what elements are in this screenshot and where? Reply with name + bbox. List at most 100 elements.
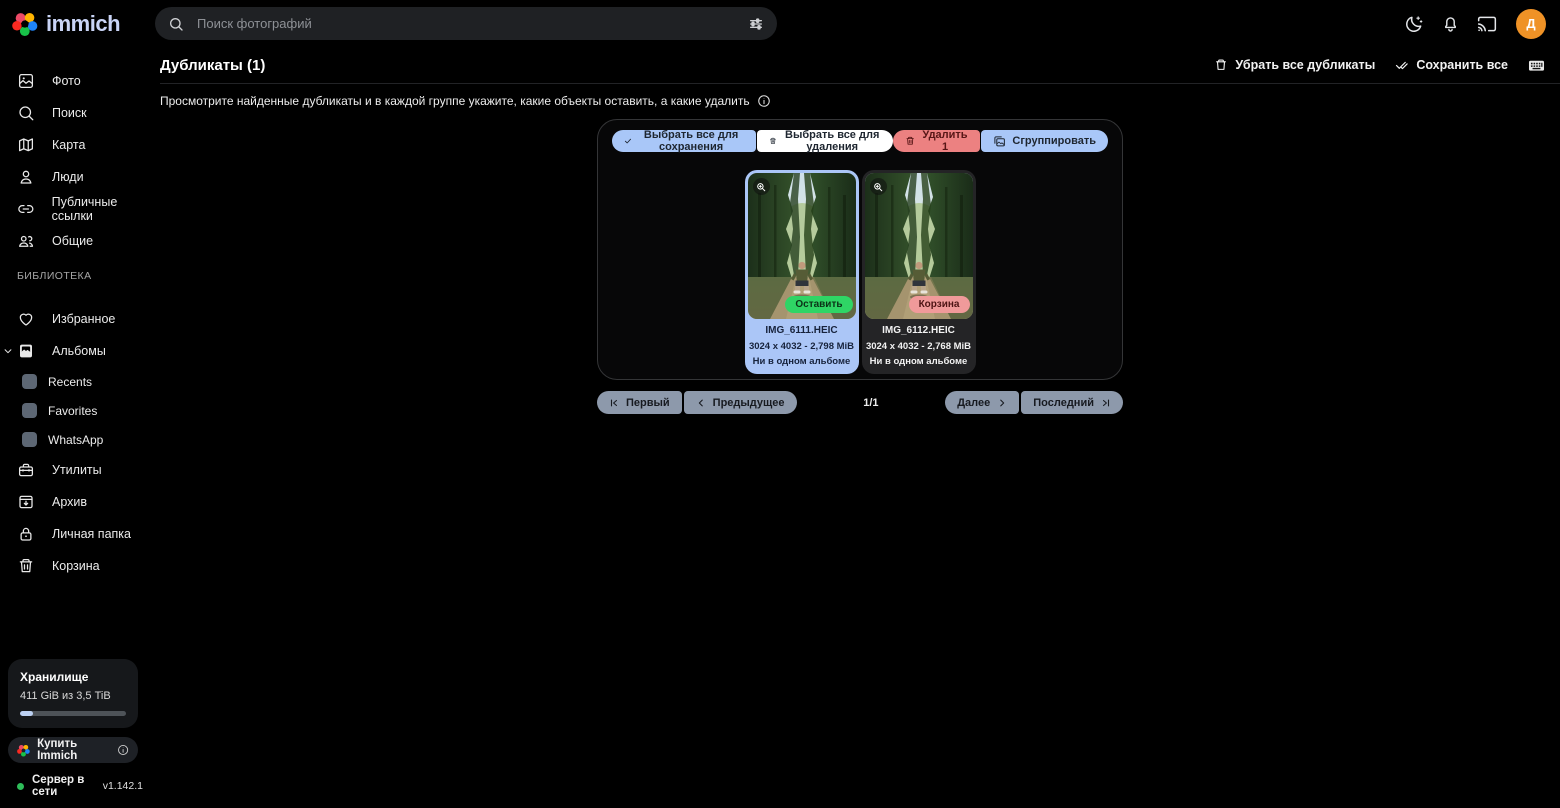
deduplicate-all-button[interactable]: Убрать все дубликаты xyxy=(1214,58,1375,72)
sidebar-item-trash[interactable]: Корзина xyxy=(0,550,160,582)
sidebar-item-label: Публичные ссылки xyxy=(51,195,118,223)
user-avatar[interactable]: Д xyxy=(1516,8,1546,39)
album-thumbnail xyxy=(22,432,37,447)
sidebar-item-label: Общие xyxy=(52,234,94,248)
storage-progress-fill xyxy=(20,711,33,716)
immich-app: immich Д Фото xyxy=(0,0,1560,808)
next-page-button[interactable]: Далее xyxy=(945,391,1020,414)
action-segment: Удалить 1 Сгруппировать xyxy=(893,129,1108,153)
sidebar: Фото Поиск Карта Люди Публичные ссылки О xyxy=(0,47,160,808)
sidebar-item-search[interactable]: Поиск xyxy=(0,97,160,129)
sidebar-item-utilities[interactable]: Утилиты xyxy=(0,454,160,486)
page-header: Дубликаты (1) Убрать все дубликаты Сохра… xyxy=(160,47,1560,84)
last-page-label: Последний xyxy=(1033,396,1094,409)
select-all-trash-button[interactable]: Выбрать все для удаления xyxy=(757,129,894,153)
lock-icon xyxy=(20,527,32,541)
group-controls: Выбрать все для сохранения Выбрать все д… xyxy=(612,129,1108,153)
info-icon[interactable] xyxy=(757,94,771,108)
next-page-label: Далее xyxy=(957,396,991,409)
buy-immich-button[interactable]: Купить Immich xyxy=(8,737,138,763)
asset-album-status: Ни в одном альбоме xyxy=(869,356,968,367)
sidebar-item-label: Утилиты xyxy=(52,463,102,477)
delete-selected-button[interactable]: Удалить 1 xyxy=(893,129,981,153)
check-all-icon xyxy=(1396,61,1409,69)
album-thumbnail xyxy=(22,403,37,418)
person-icon xyxy=(20,170,32,184)
asset-filename: IMG_6112.HEIC xyxy=(882,325,955,336)
storage-card: Хранилище 411 GiB из 3,5 TiB xyxy=(8,659,138,728)
select-all-keep-button[interactable]: Выбрать все для сохранения xyxy=(612,129,757,153)
sidebar-item-public-links[interactable]: Публичные ссылки xyxy=(0,193,160,225)
asset-card-trash[interactable]: Корзина IMG_6112.HEIC 3024 x 4032 - 2,76… xyxy=(861,170,976,374)
sidebar-item-label: Поиск xyxy=(52,106,87,120)
zoom-asset-button[interactable] xyxy=(752,178,770,195)
server-status-row: Сервер в сети v1.142.1 xyxy=(8,774,152,798)
previous-page-label: Предыдущее xyxy=(712,396,785,409)
keep-all-button[interactable]: Сохранить все xyxy=(1394,58,1508,73)
sidebar-item-people[interactable]: Люди xyxy=(0,161,160,193)
trash-status-badge: Корзина xyxy=(908,296,970,313)
keep-all-label: Сохранить все xyxy=(1416,58,1508,72)
sidebar-album-recents[interactable]: Recents xyxy=(0,367,160,396)
sidebar-item-label: Альбомы xyxy=(52,344,106,358)
pagination-forward-group: Далее Последний xyxy=(945,391,1123,414)
page-indicator: 1/1 xyxy=(863,396,879,409)
main-content: Дубликаты (1) Убрать все дубликаты Сохра… xyxy=(160,47,1560,808)
asset-card-keep[interactable]: Оставить IMG_6111.HEIC 3024 x 4032 - 2,7… xyxy=(744,170,859,374)
logo-wordmark: immich xyxy=(46,10,121,36)
keyboard-shortcuts-icon[interactable] xyxy=(1527,56,1546,75)
immich-logo-icon xyxy=(17,744,30,757)
check-icon xyxy=(624,138,632,144)
photos-icon xyxy=(18,73,34,89)
asset-filename: IMG_6111.HEIC xyxy=(765,325,838,336)
albums-icon xyxy=(20,344,32,358)
notifications-bell-icon[interactable] xyxy=(1441,14,1460,33)
pagination-back-group: Первый Предыдущее xyxy=(597,391,797,414)
search-input[interactable] xyxy=(195,15,737,32)
sidebar-item-favorites[interactable]: Избранное xyxy=(0,303,160,335)
map-icon xyxy=(18,138,34,152)
server-status-label: Сервер в сети xyxy=(32,774,85,798)
info-icon[interactable] xyxy=(117,743,129,757)
sidebar-item-albums[interactable]: Альбомы xyxy=(0,335,160,367)
last-page-button[interactable]: Последний xyxy=(1021,391,1123,414)
sidebar-item-shared[interactable]: Общие xyxy=(0,225,160,257)
immich-logo[interactable]: immich xyxy=(12,11,155,37)
top-bar: immich Д xyxy=(0,0,1560,47)
sidebar-item-locked-folder[interactable]: Личная папка xyxy=(0,518,160,550)
sidebar-item-map[interactable]: Карта xyxy=(0,129,160,161)
search-filters-icon[interactable] xyxy=(748,16,764,32)
search-icon xyxy=(170,17,183,31)
trash-icon xyxy=(770,137,777,144)
album-label: Recents xyxy=(48,374,93,389)
sidebar-album-whatsapp[interactable]: WhatsApp xyxy=(0,425,160,454)
heart-icon xyxy=(19,313,33,326)
theme-toggle-moon-icon[interactable] xyxy=(1404,14,1424,34)
previous-page-button[interactable]: Предыдущее xyxy=(683,391,797,414)
toolbox-icon xyxy=(18,463,34,477)
stack-label: Сгруппировать xyxy=(1012,135,1096,147)
first-page-button[interactable]: Первый xyxy=(597,391,682,414)
cast-icon[interactable] xyxy=(1477,14,1497,34)
album-label: WhatsApp xyxy=(48,432,104,447)
asset-info: IMG_6111.HEIC 3024 x 4032 - 2,798 MiB Ни… xyxy=(748,319,856,374)
sidebar-item-label: Карта xyxy=(52,138,86,152)
asset-photo: Корзина xyxy=(864,173,973,319)
sidebar-item-label: Люди xyxy=(52,170,84,184)
deduplicate-all-label: Убрать все дубликаты xyxy=(1235,58,1376,72)
asset-meta: 3024 x 4032 - 2,768 MiB xyxy=(865,340,972,352)
sidebar-item-archive[interactable]: Архив xyxy=(0,486,160,518)
zoom-asset-button[interactable] xyxy=(869,178,887,195)
sidebar-bottom: Хранилище 411 GiB из 3,5 TiB Купить Immi… xyxy=(0,659,160,808)
chevron-right-icon xyxy=(1000,399,1005,406)
sidebar-album-favorites[interactable]: Favorites xyxy=(0,396,160,425)
link-icon xyxy=(18,205,34,213)
people-group-icon xyxy=(18,235,34,247)
sidebar-item-label: Личная папка xyxy=(52,527,131,541)
immich-logo-icon xyxy=(12,12,38,36)
asset-info: IMG_6112.HEIC 3024 x 4032 - 2,768 MiB Ни… xyxy=(865,319,973,374)
search-bar[interactable] xyxy=(155,7,777,40)
stack-button[interactable]: Сгруппировать xyxy=(981,130,1108,152)
sidebar-item-photos[interactable]: Фото xyxy=(0,65,160,97)
chevron-down-icon[interactable] xyxy=(3,346,13,356)
